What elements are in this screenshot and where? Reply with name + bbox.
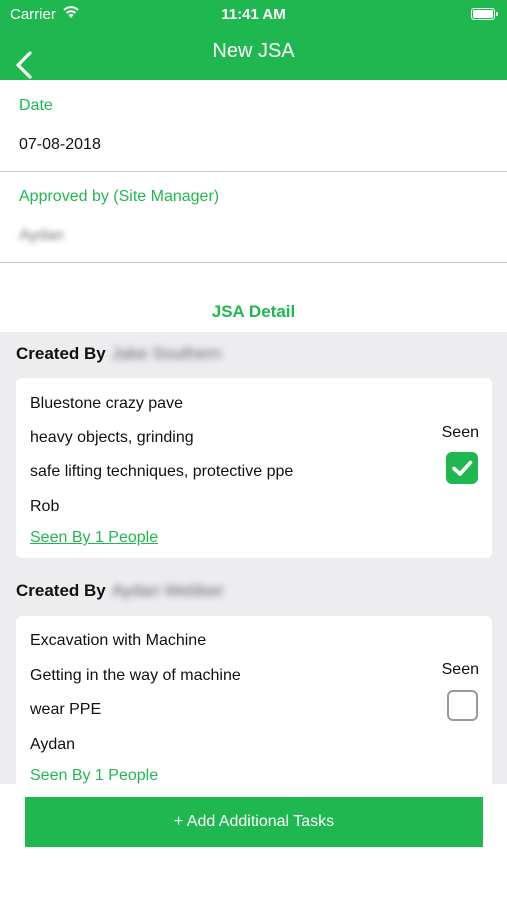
task-card: Excavation with Machine Getting in the w… [16, 616, 492, 784]
created-by-name: Aydan Webber [111, 581, 224, 600]
approved-by-value[interactable]: Aydan [19, 227, 64, 245]
date-field[interactable]: Date 07-08-2018 [0, 80, 507, 172]
task-hazard: heavy objects, grinding [30, 429, 194, 446]
task-person: Rob [30, 498, 60, 515]
approved-by-label: Approved by (Site Manager) [19, 188, 220, 205]
task-person: Aydan [30, 736, 76, 753]
nav-bar: New JSA [0, 28, 507, 80]
battery-icon [471, 8, 498, 20]
task-name: Bluestone crazy pave [30, 395, 183, 412]
task-hazard: Getting in the way of machine [30, 667, 241, 684]
status-bar: Carrier 11:41 AM [0, 0, 507, 28]
seen-label: Seen [441, 424, 479, 441]
seen-checkbox-checked-icon[interactable] [446, 452, 478, 484]
date-label: Date [19, 97, 53, 114]
seen-by-link[interactable]: Seen By 1 People [30, 767, 158, 785]
created-by-name: Jake Southern [111, 344, 222, 363]
seen-checkbox-empty-icon[interactable] [447, 690, 478, 721]
task-name: Excavation with Machine [30, 632, 207, 649]
task-card: Bluestone crazy pave heavy objects, grin… [16, 378, 492, 558]
created-by-heading: Created By Aydan Webber [16, 581, 224, 601]
clock: 11:41 AM [221, 6, 286, 23]
page-title: New JSA [212, 40, 295, 62]
created-by-label: Created By [16, 344, 106, 363]
date-value[interactable]: 07-08-2018 [19, 136, 101, 154]
add-additional-tasks-button[interactable]: + Add Additional Tasks [25, 797, 483, 847]
created-by-heading: Created By Jake Southern [16, 344, 221, 364]
created-by-label: Created By [16, 581, 106, 600]
task-control: safe lifting techniques, protective ppe [30, 463, 294, 480]
task-control: wear PPE [30, 701, 102, 718]
jsa-list: Created By Jake Southern Bluestone crazy … [0, 332, 507, 784]
seen-by-link[interactable]: Seen By 1 People [30, 529, 158, 547]
section-title: JSA Detail [211, 302, 296, 321]
seen-label: Seen [441, 661, 479, 678]
approved-by-field[interactable]: Approved by (Site Manager) Aydan [0, 172, 507, 263]
